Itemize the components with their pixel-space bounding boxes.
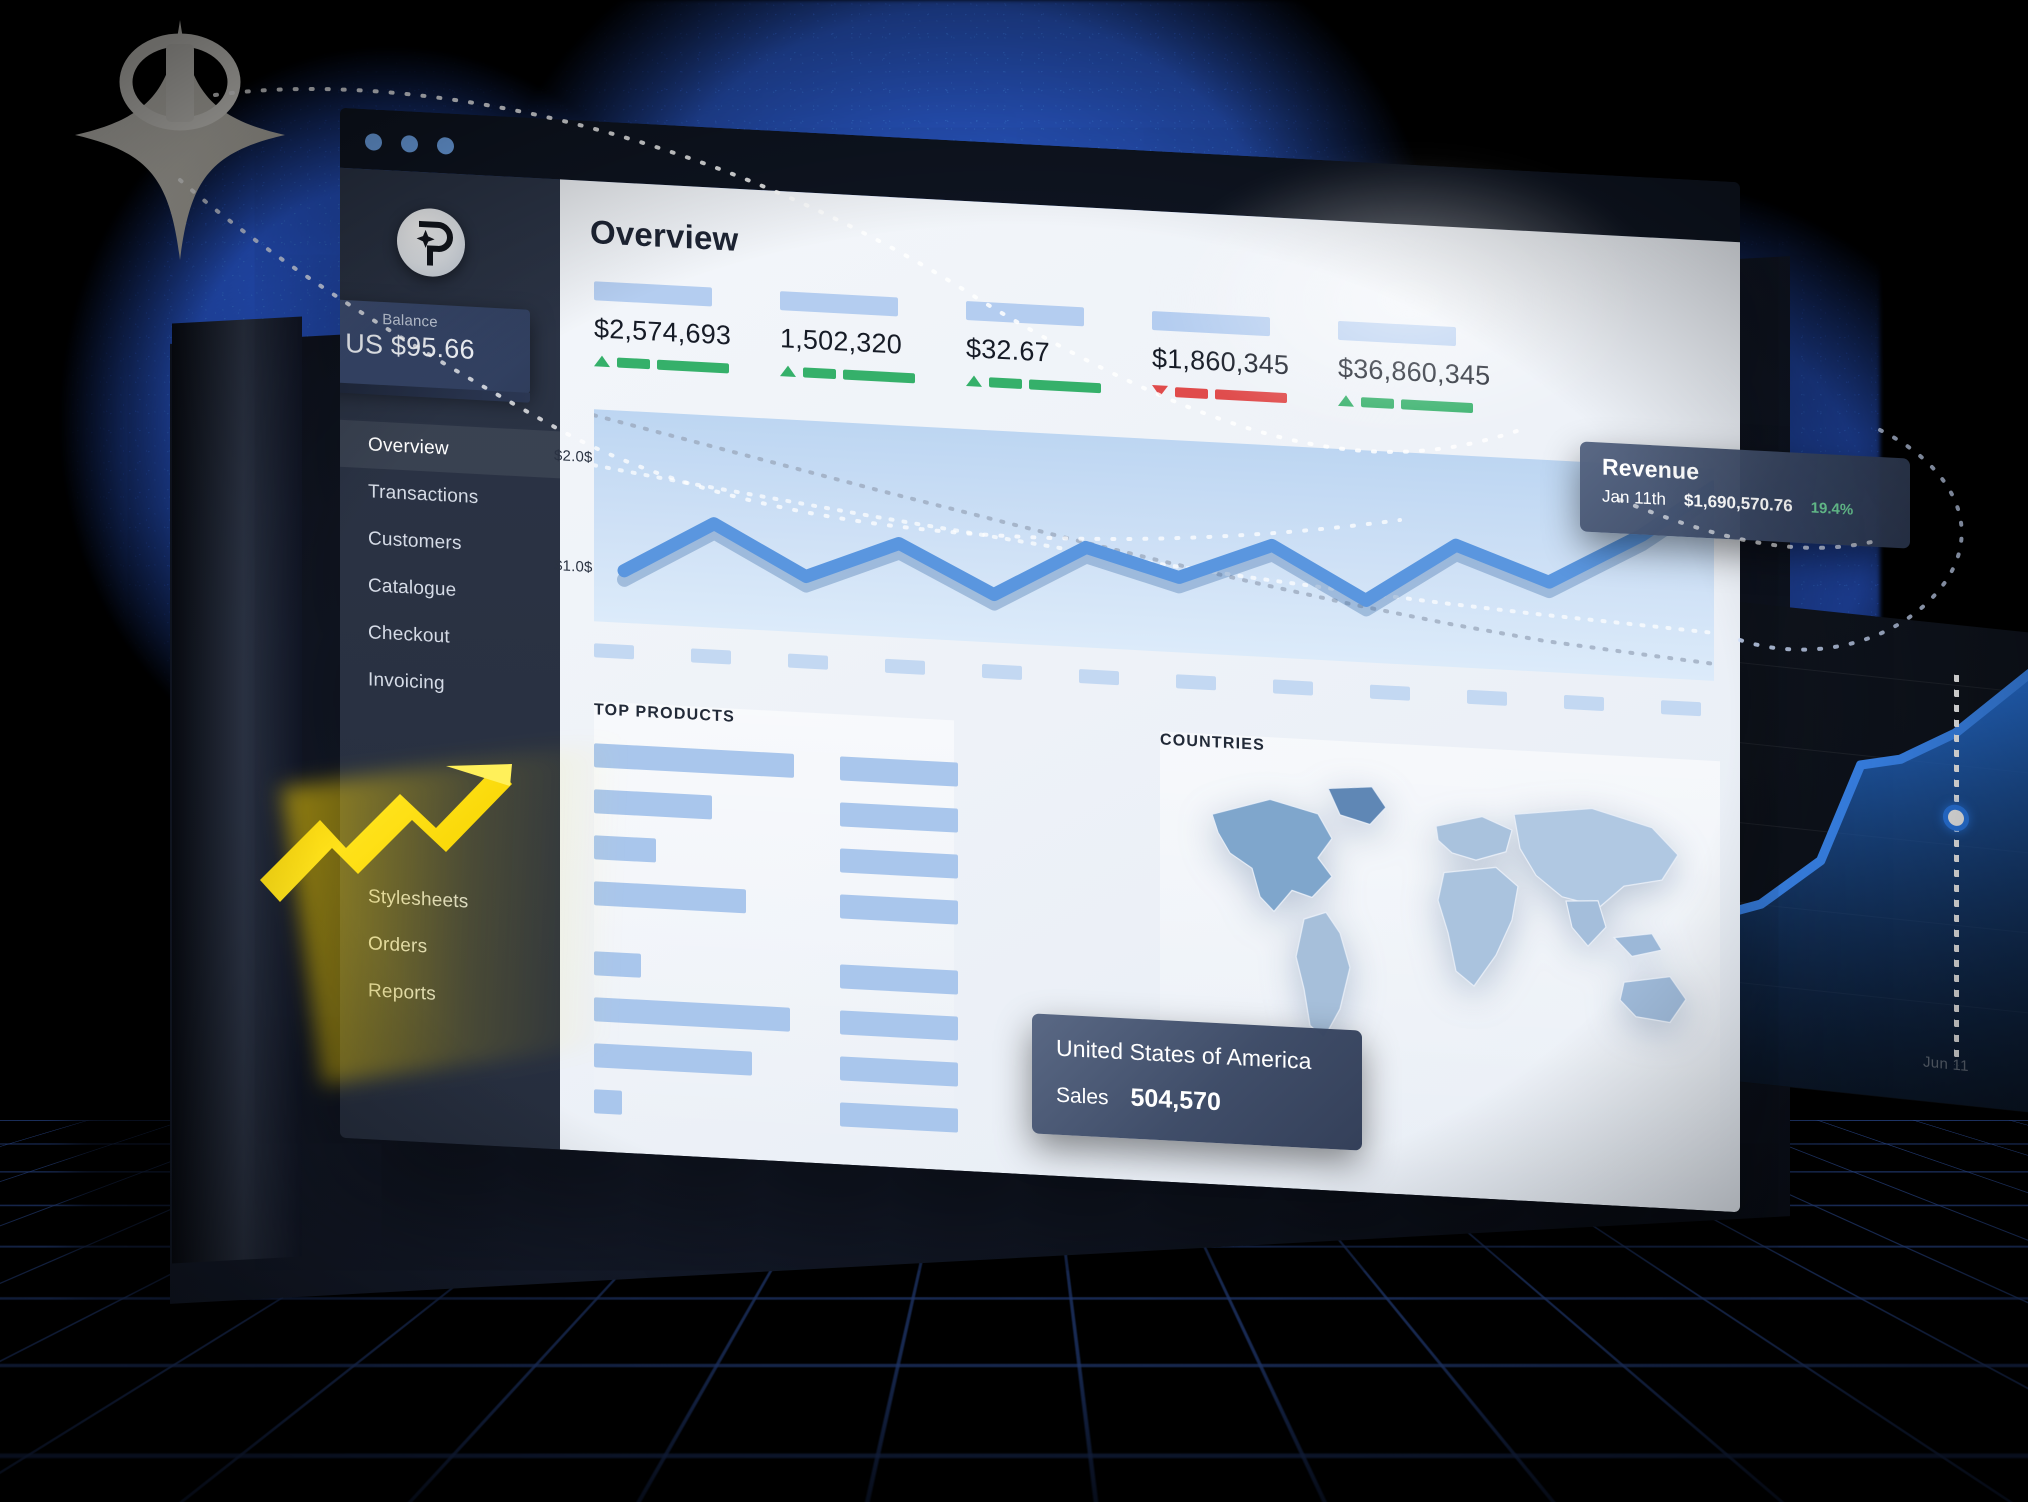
- sparkle-3d-object: [60, 10, 310, 300]
- x-axis-tick: [594, 643, 634, 660]
- revenue-tooltip-change: 19.4%: [1810, 499, 1854, 519]
- placeholder-bar: [840, 848, 958, 879]
- revenue-tooltip-value: $1,690,570.76: [1683, 490, 1793, 516]
- trend-up-icon: [1338, 394, 1354, 407]
- map-tooltip-metric-value: 504,570: [1130, 1083, 1221, 1117]
- placeholder-bar: [840, 894, 958, 925]
- kpi-trend-up: [780, 365, 966, 386]
- x-axis-tick: [885, 658, 925, 675]
- x-axis-tick: [691, 648, 731, 665]
- trend-up-icon: [966, 375, 982, 387]
- kpi-row: $2,574,693 1,502,320 $32.67 $1,860,345 $…: [594, 281, 1714, 426]
- placeholder-bar: [594, 881, 746, 914]
- placeholder-bar: [594, 789, 712, 820]
- top-products-panel: TOP PRODUCTS: [594, 701, 958, 1161]
- x-axis-tick: [1176, 674, 1216, 691]
- window-dot-2-icon[interactable]: [401, 134, 418, 153]
- placeholder-bar: [594, 951, 641, 978]
- map-region-north-america: [1211, 798, 1333, 913]
- map-region-europe: [1435, 815, 1513, 861]
- kpi-trend-up: [966, 375, 1152, 396]
- window-dot-3-icon[interactable]: [437, 136, 454, 155]
- secondary-chart-panel: Jun 11: [1700, 597, 2028, 1123]
- kpi-value: $1,860,345: [1152, 342, 1290, 381]
- kpi-card[interactable]: 1,502,320: [780, 291, 966, 386]
- map-region-south-america: [1295, 911, 1351, 1040]
- x-axis-tick: [1079, 669, 1119, 686]
- secondary-chart-cursor-line: [1954, 674, 1959, 1066]
- placeholder-bar: [840, 1102, 958, 1133]
- x-axis-tick: [788, 653, 828, 670]
- placeholder-bar: [840, 1010, 958, 1041]
- kpi-card[interactable]: $36,860,345: [1338, 320, 1524, 416]
- kpi-card[interactable]: $1,860,345: [1152, 310, 1338, 406]
- map-region-indonesia: [1612, 932, 1663, 958]
- kpi-trend-up: [1338, 394, 1524, 416]
- map-region-africa: [1437, 866, 1519, 987]
- placeholder-bar: [840, 802, 958, 833]
- screenshot-root: Jun 11 Balance US $95.66 Overview Transa…: [0, 0, 2028, 1502]
- p-sparkle-logo-icon: [397, 206, 465, 279]
- map-region-greenland: [1327, 786, 1387, 826]
- secondary-area-chart: [1701, 668, 2028, 1113]
- top-products-title: TOP PRODUCTS: [594, 701, 735, 726]
- revenue-line-chart[interactable]: [594, 409, 1714, 681]
- window-dot-1-icon[interactable]: [365, 133, 382, 151]
- revenue-tooltip: Revenue Jan 11th $1,690,570.76 19.4%: [1580, 441, 1910, 549]
- revenue-line: [617, 480, 1714, 607]
- yellow-arrow-3d-object: [250, 760, 550, 960]
- y-axis-label-top: $2.0$: [554, 447, 593, 467]
- kpi-value: 1,502,320: [780, 323, 902, 360]
- kpi-value: $36,860,345: [1338, 352, 1491, 391]
- placeholder-bar: [594, 1043, 752, 1076]
- y-axis-label-bottom: $1.0$: [554, 557, 593, 577]
- revenue-tooltip-date: Jan 11th: [1602, 486, 1666, 509]
- placeholder-bar: [840, 1056, 958, 1087]
- kpi-value: $2,574,693: [594, 313, 732, 351]
- revenue-line-shadow: [617, 488, 1714, 617]
- placeholder-bar: [840, 756, 958, 787]
- map-tooltip: United States of America Sales 504,570: [1032, 1013, 1362, 1151]
- placeholder-bar: [840, 964, 958, 995]
- trend-up-icon: [594, 355, 610, 368]
- trend-up-icon: [780, 365, 796, 377]
- kpi-value: $32.67: [966, 333, 1050, 368]
- trend-down-icon: [1152, 384, 1168, 397]
- x-axis-tick: [1370, 684, 1410, 701]
- kpi-trend-up: [594, 355, 780, 376]
- kpi-label-placeholder: [1152, 310, 1270, 337]
- placeholder-bar: [594, 1089, 622, 1115]
- placeholder-bar: [594, 743, 794, 778]
- map-region-south-asia: [1565, 900, 1607, 948]
- countries-title: COUNTRIES: [1160, 731, 1266, 754]
- sparkle-ring-icon: [119, 33, 241, 131]
- x-axis-tick: [1564, 694, 1604, 712]
- window-controls[interactable]: [365, 133, 454, 155]
- balance-card[interactable]: Balance US $95.66: [340, 297, 530, 394]
- placeholder-bar: [594, 835, 656, 863]
- trend-dotted-a: [594, 413, 1714, 666]
- x-axis-tick: [982, 663, 1022, 681]
- kpi-label-placeholder: [1338, 320, 1456, 347]
- kpi-card[interactable]: $2,574,693: [594, 281, 780, 376]
- kpi-label-placeholder: [966, 301, 1084, 327]
- sidebar: Balance US $95.66 Overview Transactions …: [340, 167, 560, 1150]
- kpi-label-placeholder: [780, 291, 898, 317]
- kpi-trend-down: [1152, 384, 1338, 406]
- map-region-australia: [1619, 975, 1687, 1024]
- map-tooltip-metric-label: Sales: [1056, 1083, 1109, 1110]
- kpi-card[interactable]: $32.67: [966, 301, 1152, 396]
- kpi-label-placeholder: [594, 281, 712, 307]
- x-axis-tick: [1467, 689, 1507, 706]
- top-products-value-list: [840, 756, 970, 1155]
- placeholder-bar: [594, 997, 790, 1032]
- x-axis-tick: [1273, 679, 1313, 696]
- page-title: Overview: [590, 213, 739, 258]
- x-axis-tick: [1661, 700, 1701, 717]
- map-region-asia: [1513, 807, 1679, 908]
- map-tooltip-country: United States of America: [1056, 1034, 1312, 1075]
